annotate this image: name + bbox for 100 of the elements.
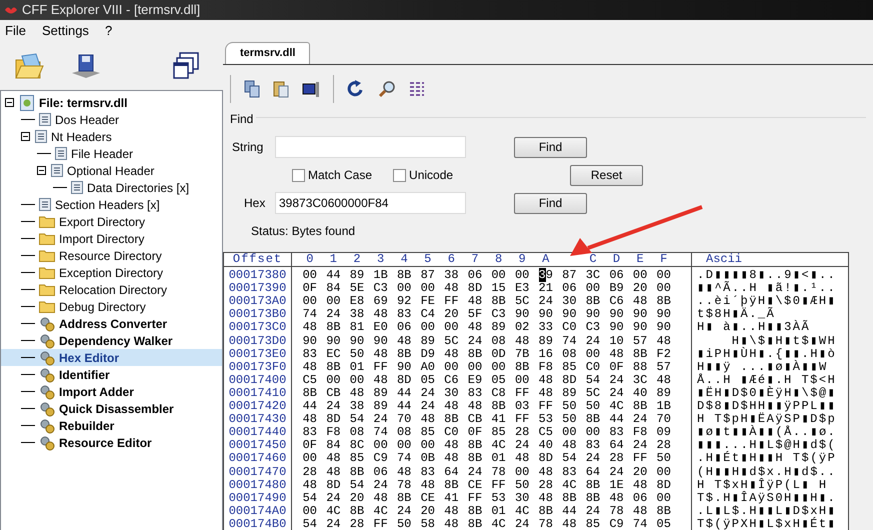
hex-byte[interactable]: 90 [581, 308, 605, 322]
tree-item[interactable]: Debug Directory [59, 298, 146, 316]
hex-byte[interactable]: 0B [416, 452, 440, 466]
hex-byte[interactable]: 28 [298, 466, 322, 479]
hex-byte[interactable]: 48 [628, 504, 652, 518]
hex-byte-cursor[interactable]: 39 [534, 269, 558, 282]
hex-byte[interactable]: 70 [392, 413, 416, 426]
hex-byte[interactable]: 0F [463, 426, 487, 440]
tree-item[interactable]: Section Headers [x] [55, 196, 160, 214]
tree-item[interactable]: Relocation Directory [59, 280, 168, 298]
hex-byte[interactable]: 24 [392, 504, 416, 518]
hex-byte[interactable]: FF [510, 413, 534, 426]
hex-byte[interactable]: 92 [392, 295, 416, 308]
hex-byte[interactable]: 38 [345, 400, 369, 414]
hex-byte[interactable]: 48 [510, 334, 534, 348]
hex-byte[interactable]: 40 [628, 386, 652, 400]
hex-byte[interactable]: 83 [604, 426, 628, 440]
hex-byte[interactable]: 24 [322, 400, 346, 414]
hex-byte[interactable]: 00 [510, 374, 534, 387]
hex-byte[interactable]: 8B [628, 348, 652, 361]
hex-byte[interactable]: FF [510, 386, 534, 400]
hex-byte[interactable]: 4C [604, 400, 628, 414]
hex-byte[interactable]: 8B [463, 348, 487, 361]
hex-byte[interactable]: 00 [581, 348, 605, 361]
hex-byte[interactable]: 50 [510, 478, 534, 492]
hex-byte[interactable]: 8B [463, 518, 487, 530]
hex-byte[interactable]: 44 [298, 400, 322, 414]
hex-byte[interactable]: 48 [463, 321, 487, 335]
hex-byte[interactable]: 48 [298, 413, 322, 426]
hex-byte[interactable]: 28 [652, 439, 676, 452]
hex-byte[interactable]: 05 [486, 374, 510, 387]
open-folder-icon[interactable] [14, 52, 44, 80]
hex-byte[interactable]: 89 [368, 400, 392, 414]
hex-byte[interactable]: 48 [298, 321, 322, 335]
hex-byte[interactable]: 48 [392, 334, 416, 348]
hex-byte[interactable]: 00 [416, 439, 440, 452]
hex-byte[interactable]: 20 [628, 282, 652, 296]
hex-byte[interactable]: FF [463, 492, 487, 505]
hex-byte[interactable]: 00 [652, 466, 676, 479]
hex-byte[interactable]: 4C [322, 504, 346, 518]
tree-item[interactable]: Export Directory [59, 212, 146, 230]
hex-byte[interactable]: 48 [368, 374, 392, 387]
hex-byte[interactable]: 30 [558, 295, 582, 308]
hex-byte[interactable]: E8 [345, 295, 369, 308]
hex-byte[interactable]: 81 [345, 321, 369, 335]
hex-byte[interactable]: 8B [463, 452, 487, 466]
hex-byte[interactable]: 05 [416, 374, 440, 387]
collapse-toggle[interactable] [5, 98, 14, 107]
hex-byte[interactable]: 8B [581, 413, 605, 426]
hex-byte[interactable]: 06 [463, 269, 487, 282]
hex-byte[interactable]: 00 [510, 466, 534, 479]
tree-item[interactable]: Address Converter [59, 314, 168, 332]
hex-byte[interactable]: 00 [298, 269, 322, 282]
hex-byte[interactable]: 10 [604, 334, 628, 348]
hex-byte[interactable]: 24 [510, 439, 534, 452]
hex-byte[interactable]: 28 [345, 518, 369, 530]
hex-byte[interactable]: 20 [440, 308, 464, 322]
hex-byte[interactable]: 83 [298, 426, 322, 440]
hex-byte[interactable]: 24 [416, 400, 440, 414]
hex-byte[interactable]: 48 [604, 348, 628, 361]
hex-byte[interactable]: E0 [368, 321, 392, 335]
hex-byte[interactable]: C5 [298, 374, 322, 387]
hex-byte[interactable]: 48 [368, 348, 392, 361]
tree-item[interactable]: Identifier [59, 366, 110, 384]
tree-item[interactable]: Import Adder [59, 382, 134, 400]
hex-byte[interactable]: 24 [581, 504, 605, 518]
hex-byte[interactable]: E9 [463, 374, 487, 387]
hex-byte[interactable]: 48 [345, 386, 369, 400]
hex-byte[interactable]: 8B [486, 400, 510, 414]
hex-byte[interactable]: 01 [486, 452, 510, 466]
hex-byte[interactable]: 8B [581, 295, 605, 308]
hex-byte[interactable]: F8 [534, 360, 558, 374]
hex-byte[interactable]: 15 [486, 282, 510, 296]
hex-byte[interactable]: 48 [558, 518, 582, 530]
hex-byte[interactable]: 8B [652, 504, 676, 518]
hex-byte[interactable]: 30 [440, 386, 464, 400]
hex-byte[interactable]: 4C [486, 439, 510, 452]
hex-byte[interactable]: 74 [392, 452, 416, 466]
hex-byte[interactable]: 70 [652, 413, 676, 426]
save-disk-icon[interactable] [70, 53, 102, 79]
hex-byte[interactable]: 30 [510, 492, 534, 505]
hex-byte[interactable]: CB [322, 386, 346, 400]
hex-byte[interactable]: 01 [486, 504, 510, 518]
string-input-field[interactable] [275, 136, 466, 158]
hex-byte[interactable]: 00 [558, 426, 582, 440]
hex-byte[interactable]: 48 [558, 439, 582, 452]
hex-byte[interactable]: 0F [298, 282, 322, 296]
hex-byte[interactable]: FF [534, 400, 558, 414]
hex-byte[interactable]: 58 [416, 518, 440, 530]
hex-byte[interactable]: 8B [440, 413, 464, 426]
hex-byte[interactable]: C5 [534, 426, 558, 440]
hex-byte[interactable]: 48 [368, 308, 392, 322]
hex-byte[interactable]: 90 [298, 334, 322, 348]
checkbox[interactable] [393, 168, 406, 182]
hex-byte[interactable]: 8B [298, 386, 322, 400]
hex-byte[interactable]: 54 [345, 413, 369, 426]
hex-byte[interactable]: 48 [416, 478, 440, 492]
hex-byte[interactable]: 8B [322, 360, 346, 374]
hex-byte[interactable]: 89 [558, 386, 582, 400]
hex-byte[interactable]: 8B [558, 492, 582, 505]
